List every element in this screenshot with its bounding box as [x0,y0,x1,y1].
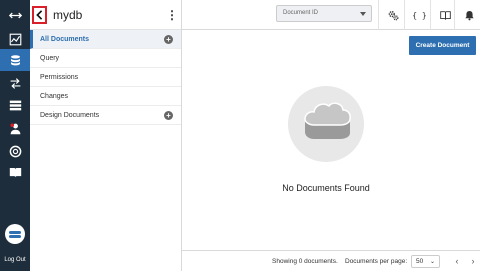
sidebar-header: mydb ⋮ [30,0,181,30]
dropdown-caret-icon [360,12,366,16]
book-icon [440,10,451,20]
per-page-select[interactable]: 50 ⌄ [411,255,440,268]
pagination-footer: Showing 0 documents. Documents per page:… [182,250,480,271]
notifications-button[interactable] [454,0,480,30]
chevron-left-icon [36,9,43,20]
activity-chart-icon[interactable] [0,28,30,50]
support-lifebuoy-icon[interactable] [0,140,30,162]
bell-icon [465,10,474,20]
chevron-down-icon: ⌄ [429,259,435,265]
sidebar-item-label: Permissions [40,73,79,81]
sidebar-item-all-documents[interactable]: All Documents + [30,30,181,49]
user-admin-icon[interactable] [0,117,30,139]
sidebar-item-query[interactable]: Query [30,49,181,68]
per-page-label: Documents per page: [345,258,408,265]
per-page-value: 50 [416,258,424,265]
sidebar-item-label: Changes [40,92,69,100]
empty-documents-stack-icon [304,102,351,139]
document-id-placeholder: Document ID [283,10,319,16]
replication-icon[interactable] [0,72,30,94]
couchdb-logo-icon [5,224,25,244]
showing-count-text: Showing 0 documents. [272,258,338,265]
top-toolbar: Document ID { } [182,0,480,30]
document-id-select[interactable]: Document ID [276,5,372,22]
next-page-button[interactable]: › [466,255,480,268]
database-options-menu-icon[interactable]: ⋮ [165,8,179,22]
icon-rail: Log Out [0,0,30,271]
sidebar-item-changes[interactable]: Changes [30,87,181,106]
empty-state-circle [288,86,364,162]
active-tasks-icon[interactable] [0,94,30,116]
expand-arrows-icon[interactable] [0,4,30,26]
sidebar-item-permissions[interactable]: Permissions [30,68,181,87]
back-button[interactable] [32,5,47,24]
previous-page-button[interactable]: ‹ [450,255,464,268]
add-document-icon[interactable]: + [164,35,173,44]
sidebar-item-label: All Documents [40,35,90,43]
gears-icon [388,10,399,20]
documentation-book-icon[interactable] [0,161,30,183]
sidebar-item-design-documents[interactable]: Design Documents + [30,106,181,125]
json-label: { } [412,10,427,20]
add-design-document-icon[interactable]: + [164,111,173,120]
sidebar-item-label: Query [40,54,60,62]
create-document-button[interactable]: Create Document [409,36,476,55]
sidebar-item-label: Design Documents [40,111,100,119]
database-name: mydb [53,7,83,22]
databases-icon[interactable] [0,49,30,71]
empty-state-message: No Documents Found [282,183,370,193]
logout-link[interactable]: Log Out [0,257,30,263]
database-sidebar: mydb ⋮ All Documents + Query Permissions… [30,0,182,271]
